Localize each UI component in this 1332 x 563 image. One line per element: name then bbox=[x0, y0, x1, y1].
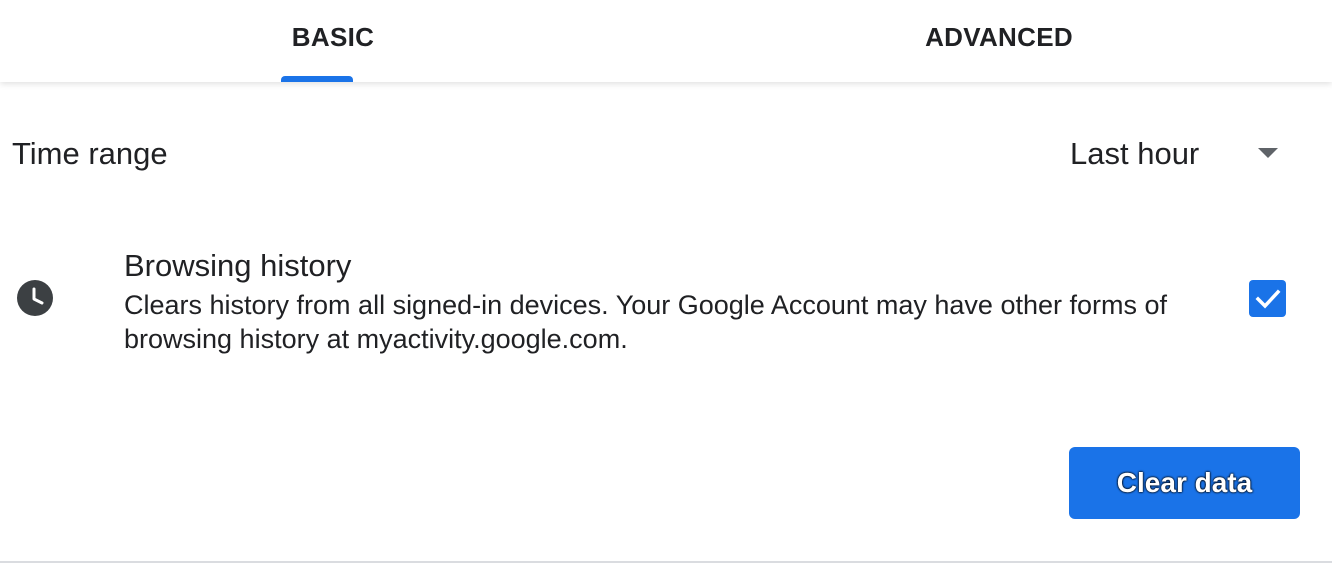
tab-selected-indicator bbox=[281, 76, 353, 82]
checkmark-icon bbox=[1255, 289, 1280, 309]
browsing-history-description: Clears history from all signed-in device… bbox=[124, 290, 1168, 354]
tab-bar: BASIC ADVANCED bbox=[0, 0, 1332, 82]
tab-advanced-label: ADVANCED bbox=[925, 22, 1073, 52]
tab-advanced[interactable]: ADVANCED bbox=[666, 0, 1332, 82]
time-range-label: Time range bbox=[12, 136, 168, 171]
browsing-history-checkbox[interactable] bbox=[1249, 280, 1286, 317]
browsing-history-title: Browsing history bbox=[124, 248, 352, 283]
time-range-value: Last hour bbox=[1070, 136, 1200, 171]
time-range-dropdown[interactable]: Last hour bbox=[1060, 128, 1300, 180]
clear-browsing-data-dialog: BASIC ADVANCED Time range Last hour Brow… bbox=[0, 0, 1332, 563]
tab-basic[interactable]: BASIC bbox=[0, 0, 666, 82]
browsing-history-option[interactable]: Browsing history Clears history from all… bbox=[0, 236, 1332, 366]
dropdown-arrow-icon bbox=[1258, 148, 1278, 158]
tab-basic-label: BASIC bbox=[291, 22, 375, 52]
clear-data-button[interactable]: Clear data bbox=[1069, 447, 1300, 519]
clock-icon bbox=[17, 280, 53, 316]
clear-data-label: Clear data bbox=[1116, 467, 1253, 498]
